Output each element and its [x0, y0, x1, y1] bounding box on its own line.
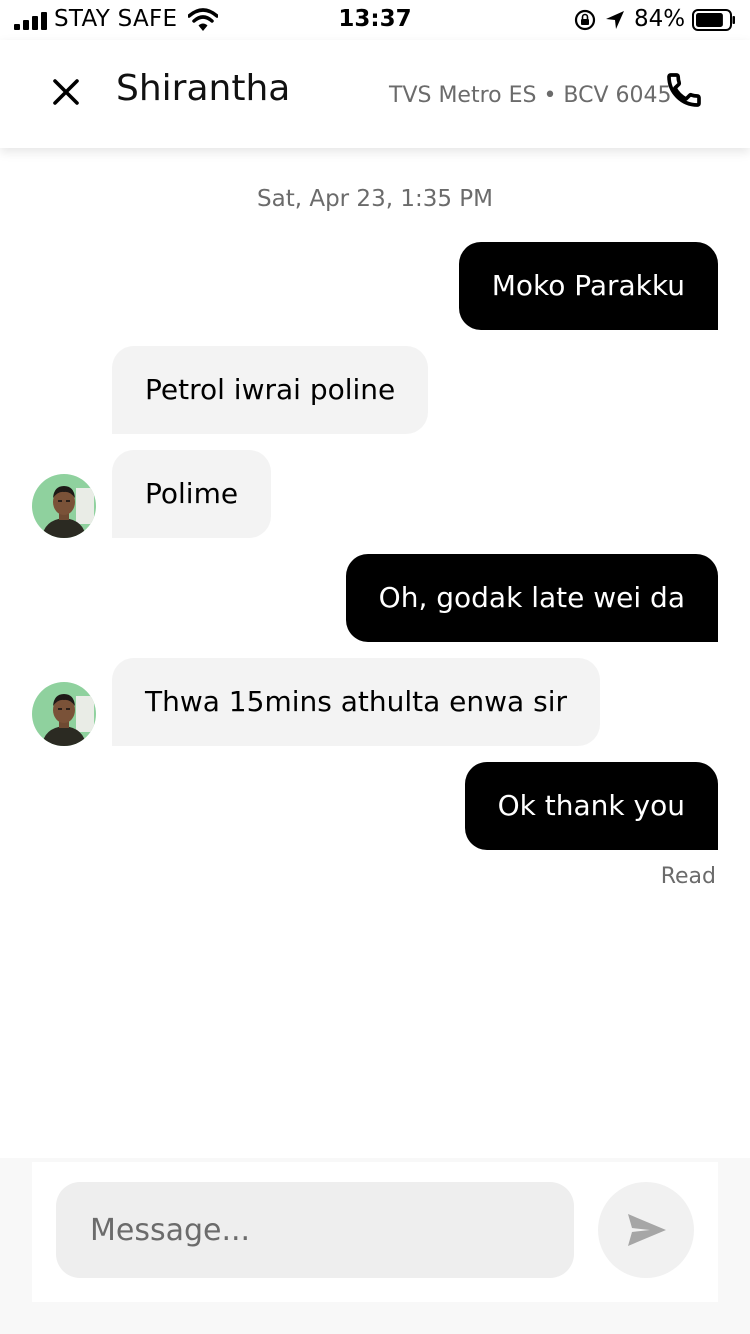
message-bubble-incoming[interactable]: Thwa 15mins athulta enwa sir — [112, 658, 600, 746]
chat-header: Shirantha TVS Metro ES • BCV 6045 — [0, 40, 750, 148]
location-arrow-icon — [606, 11, 624, 29]
composer-area — [0, 1158, 750, 1334]
status-bar: STAY SAFE 13:37 84% — [0, 0, 750, 40]
chat-thread[interactable]: Sat, Apr 23, 1:35 PM Moko Parakku Petrol… — [0, 148, 750, 1158]
chat-timestamp: Sat, Apr 23, 1:35 PM — [257, 186, 493, 212]
send-icon — [628, 1214, 666, 1246]
battery-percent: 84% — [634, 6, 686, 32]
message-bubble-incoming[interactable]: Polime — [112, 450, 272, 538]
message-bubble-outgoing[interactable]: Ok thank you — [464, 762, 718, 850]
message-bubble-outgoing[interactable]: Oh, godak late wei da — [345, 554, 718, 642]
message-bubble-outgoing[interactable]: Moko Parakku — [458, 242, 718, 330]
battery-icon — [692, 9, 735, 31]
driver-avatar — [32, 474, 96, 538]
driver-avatar — [32, 682, 96, 746]
phone-icon[interactable] — [664, 70, 704, 110]
close-icon[interactable] — [44, 70, 88, 114]
composer — [32, 1162, 718, 1302]
send-button[interactable] — [598, 1182, 694, 1278]
message-input[interactable] — [56, 1182, 574, 1278]
read-receipt: Read — [660, 864, 716, 889]
message-bubble-incoming[interactable]: Petrol iwrai poline — [112, 346, 429, 434]
vehicle-info: TVS Metro ES • BCV 6045 — [389, 83, 672, 108]
rotation-lock-icon — [574, 9, 596, 31]
contact-name: Shirantha — [116, 68, 291, 109]
